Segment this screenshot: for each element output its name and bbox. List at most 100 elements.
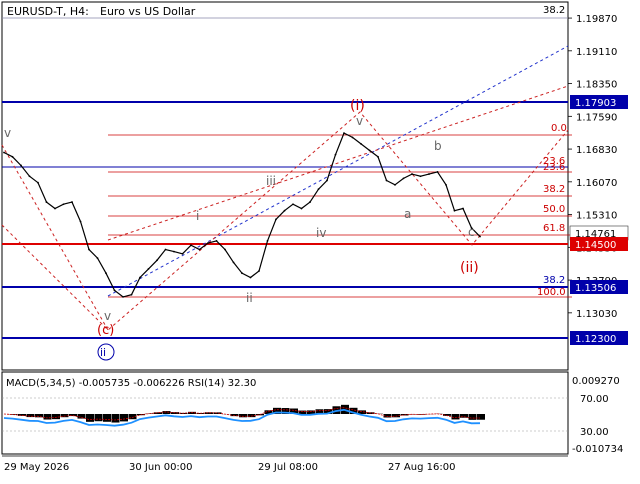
price-point bbox=[20, 165, 22, 167]
symbol-label: EURUSD-T, H4: bbox=[7, 5, 89, 18]
price-point bbox=[428, 173, 430, 175]
price-point bbox=[80, 221, 82, 223]
price-point bbox=[241, 272, 243, 274]
wave-label-c: (c) bbox=[97, 323, 114, 338]
price-point bbox=[250, 277, 252, 279]
price-point bbox=[199, 249, 201, 251]
price-point bbox=[12, 156, 14, 158]
price-point bbox=[445, 184, 447, 186]
price-point bbox=[207, 242, 209, 244]
level-tag-1.17903-text: 1.17903 bbox=[575, 98, 616, 109]
price-point bbox=[165, 249, 167, 251]
fibo-label-50.0: 50.0 bbox=[543, 204, 565, 215]
macd-bar bbox=[163, 411, 171, 414]
wave-minor-iii: iii bbox=[266, 174, 276, 188]
price-point bbox=[403, 177, 405, 179]
fibo-corner-label: 38.2 bbox=[543, 5, 565, 16]
price-point bbox=[301, 208, 303, 210]
price-panel-frame bbox=[2, 2, 568, 370]
macd-bar bbox=[469, 414, 477, 420]
price-point bbox=[71, 201, 73, 203]
price-axis-tick-label: 1.17590 bbox=[576, 112, 617, 123]
price-point bbox=[156, 259, 158, 261]
price-point bbox=[122, 296, 124, 298]
price-axis-tick-label: 1.15310 bbox=[576, 211, 617, 222]
price-point bbox=[148, 268, 150, 270]
fibo-label-left-38.2: 38.2 bbox=[543, 275, 565, 286]
price-point bbox=[131, 294, 133, 296]
level-tag-1.12300-text: 1.12300 bbox=[575, 334, 616, 345]
wave-label-ii: (ii) bbox=[460, 260, 479, 276]
indicator-tick-0: 0.009270 bbox=[572, 376, 620, 387]
price-point bbox=[267, 240, 269, 242]
indicator-tick-1: 70.00 bbox=[580, 394, 609, 405]
price-point bbox=[437, 171, 439, 173]
price-point bbox=[479, 236, 481, 238]
price-axis-tick-label: 1.18350 bbox=[576, 80, 617, 91]
macd-bar bbox=[103, 414, 111, 422]
price-point bbox=[292, 203, 294, 205]
indicator-tick-2: 30.00 bbox=[580, 427, 609, 438]
macd-bar bbox=[120, 414, 128, 421]
wave-minor-i: i bbox=[196, 209, 199, 223]
price-point bbox=[63, 203, 65, 205]
macd-bar bbox=[477, 414, 485, 420]
wave-label-circled-ii: ii bbox=[100, 346, 106, 359]
price-point bbox=[352, 137, 354, 139]
level-tag-1.14500-text: 1.14500 bbox=[575, 240, 616, 251]
price-point bbox=[462, 208, 464, 210]
price-point bbox=[386, 180, 388, 182]
macd-bar bbox=[154, 412, 162, 414]
price-axis: 1.19870 1.19110 1.18350 1.17590 1.16830 1.160… bbox=[568, 14, 617, 320]
wave-minor-b: b bbox=[434, 139, 442, 153]
price-point bbox=[309, 201, 311, 203]
macd-bar bbox=[78, 414, 86, 419]
price-point bbox=[190, 244, 192, 246]
fibo-label-23.6b: 23.6 bbox=[543, 162, 565, 173]
price-point bbox=[182, 253, 184, 255]
price-axis-tick-label: 1.19110 bbox=[576, 47, 617, 58]
price-point bbox=[105, 272, 107, 274]
level-tag-1.13506-text: 1.13506 bbox=[575, 283, 616, 294]
wave-minor-a: a bbox=[404, 207, 411, 221]
price-point bbox=[454, 210, 456, 212]
price-point bbox=[29, 175, 31, 177]
price-point bbox=[411, 173, 413, 175]
wave-label-i: (i) bbox=[350, 98, 365, 114]
fibo-label-61.8: 61.8 bbox=[543, 223, 565, 234]
price-point bbox=[114, 290, 116, 292]
price-axis-tick-label: 1.13030 bbox=[576, 309, 617, 320]
macd-bar bbox=[86, 414, 94, 422]
chart-window[interactable]: EURUSD-T, H4: Euro vs US Dollar 38.2 0.0… bbox=[0, 0, 640, 480]
wave-minor-v-left: v bbox=[4, 126, 11, 140]
indicator-tick-3: -0.010734 bbox=[572, 444, 623, 455]
fibo-label-0: 0.0 bbox=[551, 123, 567, 134]
wave-minor-v-bottom: v bbox=[104, 309, 111, 323]
symbol-description: Euro vs US Dollar bbox=[100, 5, 196, 18]
macd-bar bbox=[239, 414, 247, 417]
price-point bbox=[377, 156, 379, 158]
price-point bbox=[343, 132, 345, 134]
fibo-label-left-100: 100.0 bbox=[537, 287, 566, 298]
macd-bar bbox=[452, 414, 460, 419]
macd-bar bbox=[44, 414, 52, 420]
macd-bar bbox=[95, 414, 103, 421]
wave-minor-iv: iv bbox=[316, 226, 326, 240]
macd-bar bbox=[27, 414, 35, 417]
chart-canvas[interactable]: EURUSD-T, H4: Euro vs US Dollar 38.2 0.0… bbox=[0, 0, 640, 480]
price-axis-tick-label: 1.16070 bbox=[576, 178, 617, 189]
price-point bbox=[360, 143, 362, 145]
price-point bbox=[46, 201, 48, 203]
price-point bbox=[37, 182, 39, 184]
price-point bbox=[326, 180, 328, 182]
price-axis-tick-label: 1.19870 bbox=[576, 14, 617, 25]
time-label-3: 27 Aug 16:00 bbox=[388, 462, 455, 473]
time-axis: 29 May 2026 30 Jun 00:00 29 Jul 08:00 27… bbox=[2, 456, 568, 473]
price-point bbox=[3, 152, 5, 154]
wave-minor-v: v bbox=[356, 114, 363, 128]
price-point bbox=[139, 277, 141, 279]
price-point bbox=[88, 249, 90, 251]
macd-bar bbox=[112, 414, 120, 423]
price-axis-tick-label: 1.16830 bbox=[576, 145, 617, 156]
time-label-0: 29 May 2026 bbox=[4, 462, 69, 473]
